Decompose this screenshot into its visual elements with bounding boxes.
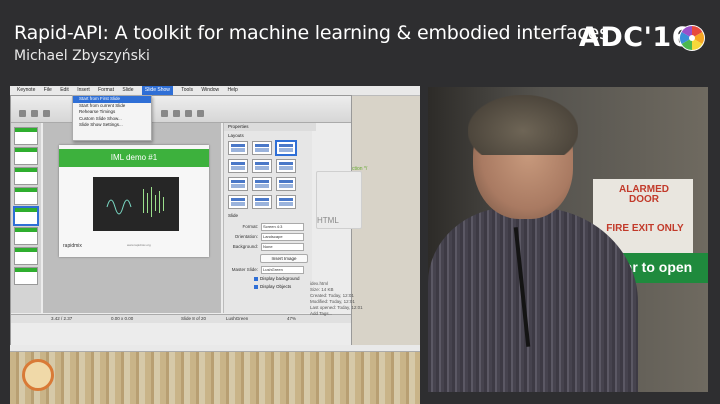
orientation-select[interactable]: Landscape [261,233,304,241]
master-slide-label: Master Slide: [231,267,258,273]
speaker-shirt [428,207,638,392]
layouts-label: Layouts [228,133,244,138]
slide-thumbnail[interactable] [14,247,38,265]
slide-thumbnail[interactable] [14,227,38,245]
slide-thumbnail[interactable] [14,147,38,165]
menu-item-settings[interactable]: Slide Show Settings... [73,122,151,129]
wallpaper-ornament-icon [22,359,54,391]
sidebar-header: Properties [224,123,316,131]
menu-slide-show[interactable]: Slide Show [141,86,173,95]
background-select[interactable]: None [261,243,304,251]
menu-tools[interactable]: Tools [181,86,193,95]
orientation-label: Orientation: [234,234,258,240]
slide-section-label: Slide [228,213,239,218]
slide-counter: Slide 8 of 20 [181,316,207,321]
format-select[interactable]: Screen 4:3 [261,223,304,231]
display-objects-label: Display Objects [260,284,292,289]
layout-option-selected[interactable] [276,141,296,155]
menu-keynote[interactable]: Keynote [17,86,35,95]
master-name: LushGreen [226,316,249,321]
file-info: idex.html Size: 14 KB Created: Today, 12… [310,281,363,317]
layout-option[interactable] [228,141,248,155]
menu-format[interactable]: Format [98,86,114,95]
format-row: Format: Screen 4:3 [228,223,308,231]
display-objects-checkbox[interactable]: Display Objects [254,284,291,289]
menu-window[interactable]: Window [201,86,219,95]
presentation-window: IML demo #1 rapidmix www.rapidmix.org Pr… [10,95,352,347]
master-slide-select[interactable]: LushGreen [261,266,304,274]
speaker-camera-feed: ALARMED DOOR FIRE EXIT ONLY bar to open [428,87,708,392]
align-icon[interactable] [185,110,192,117]
menu-slide[interactable]: Slide [122,86,133,95]
object-size: 0.00 x 0.00 [111,316,134,321]
status-bar: 3.42 / 2.37 0.00 x 0.00 Slide 8 of 20 Lu… [11,314,351,323]
layout-option[interactable] [228,195,248,209]
conference-logo: ADC'16 [579,22,691,53]
slide-thumbnail-selected[interactable] [14,207,38,225]
slide-canvas: IML demo #1 rapidmix www.rapidmix.org [43,123,221,313]
speaker-name: Michael Zbyszyński [14,48,150,64]
menu-edit[interactable]: Edit [60,86,69,95]
layout-option[interactable] [276,195,296,209]
sign-alarmed-door: ALARMED DOOR [619,184,669,205]
layout-option[interactable] [252,159,272,173]
slide-thumbnail[interactable] [14,267,38,285]
slide-title: IML demo #1 [59,149,209,167]
slide-thumbnail[interactable] [14,187,38,205]
talk-header: Rapid-API: A toolkit for machine learnin… [0,0,720,86]
master-slide-row: Master Slide: LushGreen [228,266,308,274]
file-type-label: HTML [317,216,339,225]
add-tags-link[interactable]: Add Tags... [310,311,363,317]
slide-video [93,177,179,231]
layout-option[interactable] [252,177,272,191]
layout-option[interactable] [276,159,296,173]
desktop-wallpaper [10,352,420,404]
italic-icon[interactable] [173,110,180,117]
current-slide[interactable]: IML demo #1 rapidmix www.rapidmix.org [59,145,209,257]
shape-icon[interactable] [197,110,204,117]
insert-image-button[interactable]: Insert Image [260,254,308,263]
toolbar [11,96,351,123]
screen-capture: Keynote File Edit Insert Format Slide Sl… [10,86,420,404]
zoom-level: 47% [287,316,297,321]
menu-help[interactable]: Help [228,86,238,95]
talk-title: Rapid-API: A toolkit for machine learnin… [14,22,609,44]
color-wheel-icon [679,25,705,51]
checkbox-icon [254,276,258,281]
sign-fire-exit: FIRE EXIT ONLY [606,223,684,234]
layout-option[interactable] [252,195,272,209]
save-icon[interactable] [43,110,50,117]
slide-footer: www.rapidmix.org [127,243,151,247]
slide-thumbnail[interactable] [14,167,38,185]
open-icon[interactable] [31,110,38,117]
slide-thumbnail[interactable] [14,127,38,145]
slide-thumbnail-panel [11,123,41,313]
layout-option[interactable] [252,141,272,155]
layout-option[interactable] [228,177,248,191]
cursor-coords: 3.42 / 2.37 [51,316,73,321]
slide-show-menu: Start from First Slide Start from curren… [72,95,152,141]
display-background-label: Display background [260,276,300,281]
orientation-row: Orientation: Landscape [228,233,308,241]
slide-logo: rapidmix [63,243,82,249]
bold-icon[interactable] [161,110,168,117]
layout-option[interactable] [276,177,296,191]
format-label: Format: [242,224,258,230]
checkbox-icon [254,284,258,289]
properties-sidebar: Properties Layouts Slide Format: Screen 4… [223,123,316,313]
display-background-checkbox[interactable]: Display background [254,276,300,281]
speaker-hair [468,95,578,155]
new-icon[interactable] [19,110,26,117]
background-row: Background: None [228,243,308,251]
desktop-dock [10,345,420,404]
dock-strip [10,345,420,352]
background-label: Background: [232,244,258,250]
menu-insert[interactable]: Insert [77,86,90,95]
layout-option[interactable] [228,159,248,173]
menu-file[interactable]: File [44,86,52,95]
